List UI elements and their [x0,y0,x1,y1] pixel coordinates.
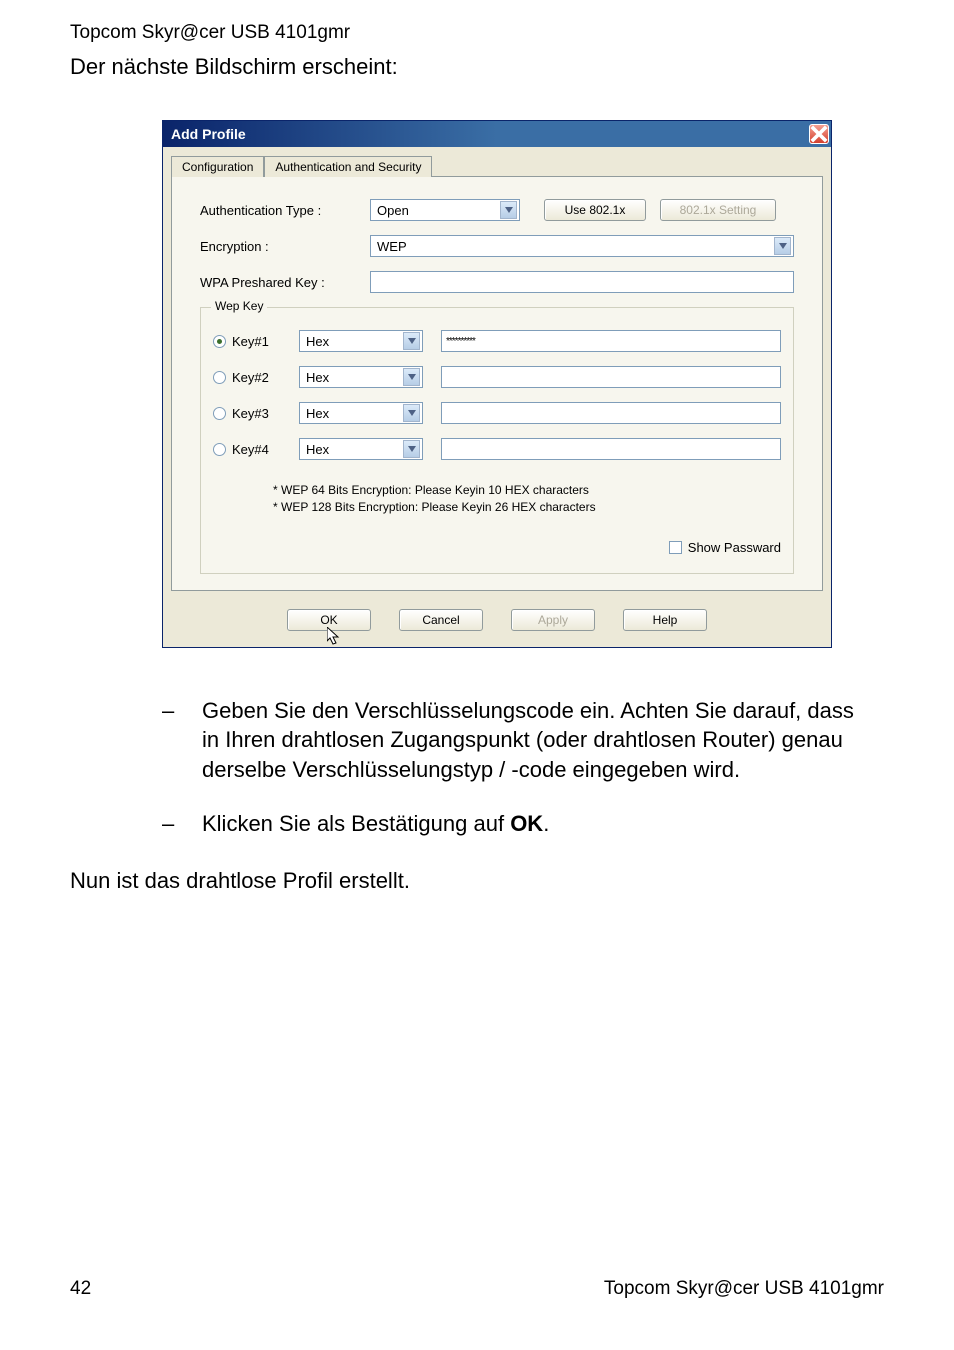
tab-strip: Configuration Authentication and Securit… [163,147,831,176]
radio-icon [213,407,226,420]
tab-auth-security[interactable]: Authentication and Security [264,156,432,177]
dialog-title: Add Profile [171,126,246,142]
key1-label: Key#1 [232,334,269,349]
key4-radio[interactable]: Key#4 [213,442,299,457]
chevron-down-icon [774,237,791,255]
key2-format: Hex [306,370,329,385]
cancel-button[interactable]: Cancel [399,609,483,631]
checkbox-icon [669,541,682,554]
encryption-value: WEP [377,239,407,254]
8021x-setting-button: 802.1x Setting [660,199,776,221]
auth-panel: Authentication Type : Open Use 802.1x 80… [171,176,823,591]
wpa-key-label: WPA Preshared Key : [200,275,370,290]
wep-key-legend: Wep Key [211,299,267,313]
chevron-down-icon [500,201,517,219]
auth-type-label: Authentication Type : [200,203,370,218]
key4-value-input[interactable] [441,438,781,460]
instruction-list: – Geben Sie den Verschlüsselungscode ein… [162,696,854,839]
key3-format-select[interactable]: Hex [299,402,423,424]
titlebar: Add Profile [163,121,831,147]
key1-radio[interactable]: Key#1 [213,334,299,349]
cursor-icon [327,627,343,645]
key2-format-select[interactable]: Hex [299,366,423,388]
chevron-down-icon [403,332,420,350]
bullet-1: Geben Sie den Verschlüsselungscode ein. … [202,696,854,785]
bullet-dash: – [162,696,202,785]
tab-configuration[interactable]: Configuration [171,156,264,177]
radio-icon [213,371,226,384]
key1-value-input[interactable]: ********** [441,330,781,352]
add-profile-dialog: Add Profile Configuration Authentication… [162,120,832,648]
doc-final-line: Nun ist das drahtlose Profil erstellt. [70,868,884,894]
key1-format: Hex [306,334,329,349]
radio-icon [213,335,226,348]
key1-format-select[interactable]: Hex [299,330,423,352]
key3-radio[interactable]: Key#3 [213,406,299,421]
auth-type-select[interactable]: Open [370,199,520,221]
wep-hint-2: * WEP 128 Bits Encryption: Please Keyin … [273,499,781,516]
bullet-dash: – [162,809,202,839]
page-footer: 42 Topcom Skyr@cer USB 4101gmr [70,1278,884,1300]
show-passward-checkbox[interactable]: Show Passward [213,540,781,555]
key2-label: Key#2 [232,370,269,385]
help-button[interactable]: Help [623,609,707,631]
key3-label: Key#3 [232,406,269,421]
chevron-down-icon [403,404,420,422]
key2-radio[interactable]: Key#2 [213,370,299,385]
page-number: 42 [70,1278,91,1300]
doc-header: Topcom Skyr@cer USB 4101gmr [70,22,884,44]
key3-value-input[interactable] [441,402,781,424]
chevron-down-icon [403,368,420,386]
wpa-key-input[interactable] [370,271,794,293]
close-icon[interactable] [809,124,829,144]
encryption-label: Encryption : [200,239,370,254]
show-passward-label: Show Passward [688,540,781,555]
key4-format-select[interactable]: Hex [299,438,423,460]
dialog-buttons: OK Cancel Apply Help [163,599,831,647]
wep-key-group: Wep Key Key#1 Hex ********** Ke [200,307,794,574]
auth-type-value: Open [377,203,409,218]
radio-icon [213,443,226,456]
bullet-2: Klicken Sie als Bestätigung auf OK. [202,809,549,839]
wep-hints: * WEP 64 Bits Encryption: Please Keyin 1… [273,482,781,516]
dialog-screenshot: Add Profile Configuration Authentication… [162,120,884,648]
use-8021x-button[interactable]: Use 802.1x [544,199,646,221]
apply-button: Apply [511,609,595,631]
wep-hint-1: * WEP 64 Bits Encryption: Please Keyin 1… [273,482,781,499]
key4-format: Hex [306,442,329,457]
key4-label: Key#4 [232,442,269,457]
footer-right: Topcom Skyr@cer USB 4101gmr [604,1278,884,1300]
doc-intro: Der nächste Bildschirm erscheint: [70,54,884,80]
key3-format: Hex [306,406,329,421]
chevron-down-icon [403,440,420,458]
encryption-select[interactable]: WEP [370,235,794,257]
key2-value-input[interactable] [441,366,781,388]
